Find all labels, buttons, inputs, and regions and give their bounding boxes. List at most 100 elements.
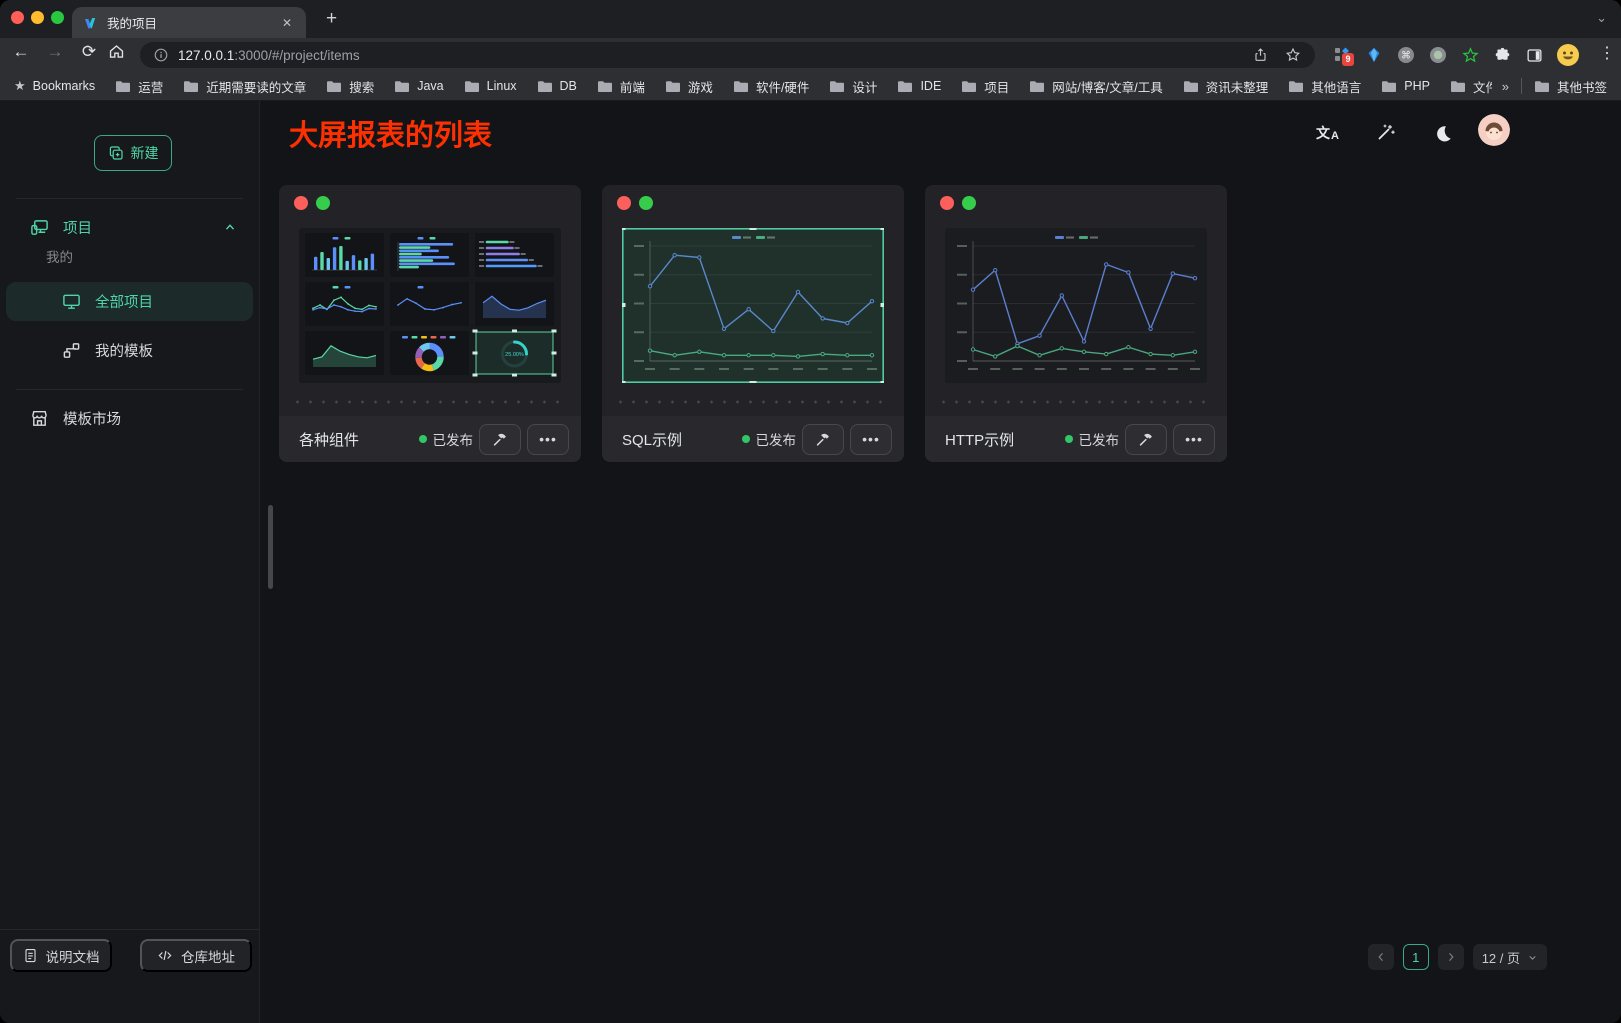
site-info-icon[interactable] — [154, 48, 168, 62]
current-page-button[interactable]: 1 — [1403, 944, 1429, 970]
create-project-button[interactable]: 新建 — [94, 135, 172, 171]
chevron-down-icon — [1527, 952, 1538, 963]
bookmark-folder[interactable]: 前端 — [597, 77, 645, 96]
folder-icon — [1288, 80, 1304, 93]
status-badge: 已发布 — [1065, 429, 1120, 449]
tab-search-icon[interactable]: ⌄ — [1596, 10, 1607, 26]
divider — [16, 198, 243, 199]
share-icon[interactable] — [1253, 47, 1268, 63]
status-text: 已发布 — [1079, 429, 1120, 449]
goview-app: 新建 项目 我的 全部项目 — [0, 101, 1621, 1023]
project-name: 各种组件 — [299, 429, 359, 450]
next-page-button[interactable] — [1438, 944, 1464, 970]
extension-badge: 9 — [1342, 53, 1354, 66]
bookmark-folder[interactable]: 游戏 — [665, 77, 713, 96]
hammer-icon — [491, 430, 509, 448]
browser-menu-icon[interactable]: ⋮ — [1599, 43, 1615, 63]
extension-star-icon[interactable] — [1455, 41, 1485, 69]
bookmark-folder[interactable]: IDE — [897, 79, 941, 93]
extension-gem-icon[interactable] — [1359, 41, 1389, 69]
bookmark-star-icon[interactable] — [1285, 47, 1301, 63]
bookmark-folder[interactable]: 运营 — [115, 77, 163, 96]
bookmark-folder[interactable]: 项目 — [961, 77, 1009, 96]
folder-icon — [1183, 80, 1199, 93]
bookmark-folder[interactable]: 设计 — [829, 77, 877, 96]
project-thumbnail[interactable]: 25.00% — [299, 228, 561, 383]
folder-icon — [394, 80, 410, 93]
edit-project-button[interactable] — [1125, 424, 1167, 455]
home-button[interactable] — [108, 43, 134, 60]
other-bookmarks-folder[interactable]: 其他书签 — [1534, 77, 1607, 96]
forward-button[interactable]: → — [42, 42, 68, 62]
document-icon — [23, 948, 38, 963]
bookmark-folder[interactable]: 近期需要读的文章 — [183, 77, 306, 96]
create-project-label: 新建 — [131, 143, 159, 163]
tab-close-icon[interactable]: ✕ — [278, 14, 296, 32]
docs-button[interactable]: 说明文档 — [10, 939, 112, 972]
side-panel-icon[interactable] — [1519, 41, 1549, 69]
edit-project-button[interactable] — [479, 424, 521, 455]
sidebar-item-label: 模板市场 — [63, 408, 121, 429]
bookmark-folder[interactable]: DB — [537, 79, 577, 93]
more-options-button[interactable]: ••• — [527, 424, 569, 455]
dotted-separator — [937, 400, 1215, 404]
bookmark-folder[interactable]: Linux — [464, 79, 517, 93]
bookmarks-manager[interactable]: ★ Bookmarks — [14, 78, 95, 94]
bookmark-folder[interactable]: PHP — [1381, 79, 1430, 93]
extension-record-icon[interactable] — [1423, 41, 1453, 69]
user-avatar[interactable] — [1478, 114, 1510, 146]
minimize-window-button[interactable] — [31, 11, 44, 24]
bookmarks-overflow-icon[interactable]: » — [1502, 79, 1509, 94]
bookmark-folder[interactable]: 网站/博客/文章/工具 — [1029, 77, 1162, 96]
card-red-dot — [294, 196, 308, 210]
hammer-icon — [814, 430, 832, 448]
project-thumbnail[interactable] — [622, 228, 884, 383]
status-badge: 已发布 — [742, 429, 797, 449]
card-green-dot — [316, 196, 330, 210]
project-card[interactable]: HTTP示例 已发布 ••• — [925, 185, 1227, 462]
new-tab-button[interactable]: + — [320, 6, 343, 32]
back-button[interactable]: ← — [8, 42, 34, 62]
chevron-up-icon[interactable] — [223, 220, 237, 234]
browser-tab[interactable]: 我的项目 ✕ — [72, 7, 306, 38]
bookmark-folder[interactable]: 软件/硬件 — [733, 77, 809, 96]
more-options-button[interactable]: ••• — [850, 424, 892, 455]
project-thumbnail[interactable] — [945, 228, 1207, 383]
folder-icon — [733, 80, 749, 93]
bookmark-folder[interactable]: 其他语言 — [1288, 77, 1361, 96]
dark-mode-moon-icon[interactable] — [1429, 119, 1457, 147]
monitor-icon — [62, 292, 81, 311]
extensions-puzzle-icon[interactable] — [1487, 41, 1517, 69]
more-options-button[interactable]: ••• — [1173, 424, 1215, 455]
project-card[interactable]: SQL示例 已发布 ••• — [602, 185, 904, 462]
repository-button[interactable]: 仓库地址 — [140, 939, 252, 972]
profile-avatar-icon[interactable] — [1553, 41, 1583, 69]
scrollbar-thumb[interactable] — [268, 505, 273, 589]
sidebar-group-projects[interactable]: 项目 — [0, 209, 259, 245]
magic-wand-icon[interactable] — [1371, 119, 1399, 147]
extension-grid-icon[interactable]: 9 — [1327, 41, 1357, 69]
sidebar-item-template-market[interactable]: 模板市场 — [0, 400, 259, 436]
bookmark-folder[interactable]: Java — [394, 79, 443, 93]
page-size-select[interactable]: 12 / 页 — [1473, 944, 1547, 970]
address-bar[interactable]: 127.0.0.1:3000/#/project/items — [140, 42, 1315, 68]
project-card[interactable]: 25.00% 各种组件 已发布 ••• — [279, 185, 581, 462]
extension-command-icon[interactable]: ⌘ — [1391, 41, 1421, 69]
status-dot — [1065, 435, 1073, 443]
zoom-window-button[interactable] — [51, 11, 64, 24]
bookmark-folder[interactable]: 搜索 — [326, 77, 374, 96]
card-red-dot — [617, 196, 631, 210]
card-footer: HTTP示例 已发布 ••• — [925, 416, 1227, 462]
reload-button[interactable]: ⟳ — [76, 42, 102, 62]
screens-icon — [30, 218, 49, 237]
edit-project-button[interactable] — [802, 424, 844, 455]
star-icon: ★ — [14, 78, 26, 94]
sidebar-item-all-projects[interactable]: 全部项目 — [6, 282, 253, 321]
close-window-button[interactable] — [11, 11, 24, 24]
card-footer: SQL示例 已发布 ••• — [602, 416, 904, 462]
sidebar-item-my-templates[interactable]: 我的模板 — [6, 331, 253, 370]
prev-page-button[interactable] — [1368, 944, 1394, 970]
sidebar-item-label: 全部项目 — [95, 291, 153, 312]
bookmark-folder[interactable]: 资讯未整理 — [1183, 77, 1269, 96]
language-toggle-icon[interactable]: 文A — [1313, 119, 1341, 147]
